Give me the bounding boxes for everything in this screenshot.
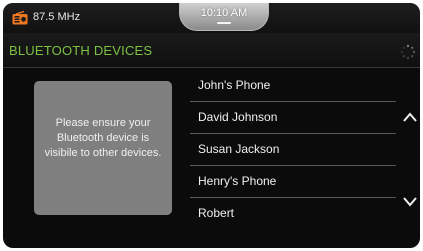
- title-bar: BLUETOOTH DEVICES: [3, 33, 420, 68]
- device-name: Susan Jackson: [198, 142, 280, 156]
- bluetooth-visibility-message: Please ensure your Bluetooth device is v…: [44, 117, 162, 159]
- radio-icon: [12, 11, 28, 25]
- loading-spinner-icon: [400, 44, 416, 60]
- scroll-down-chevron-icon[interactable]: [402, 196, 418, 208]
- device-name: Henry's Phone: [198, 174, 277, 188]
- device-row[interactable]: Robert: [190, 198, 396, 230]
- bluetooth-devices-screen: 87.5 MHz 10:10 AM BLUETOOTH DEVICES Plea…: [3, 3, 420, 248]
- status-bar: 87.5 MHz 10:10 AM: [3, 3, 420, 33]
- device-list: John's Phone David Johnson Susan Jackson…: [190, 70, 396, 230]
- device-row[interactable]: David Johnson: [190, 102, 396, 134]
- device-row[interactable]: Susan Jackson: [190, 134, 396, 166]
- device-row[interactable]: Henry's Phone: [190, 166, 396, 198]
- device-name: John's Phone: [198, 78, 271, 92]
- page-title: BLUETOOTH DEVICES: [9, 43, 153, 58]
- radio-frequency: 87.5 MHz: [33, 11, 81, 23]
- clock-pulldown-tab[interactable]: 10:10 AM: [179, 3, 269, 31]
- scroll-up-chevron-icon[interactable]: [402, 111, 418, 123]
- bluetooth-visibility-message-box: Please ensure your Bluetooth device is v…: [34, 81, 172, 215]
- pulldown-handle[interactable]: [217, 22, 231, 24]
- device-row[interactable]: John's Phone: [190, 70, 396, 102]
- device-name: David Johnson: [198, 110, 278, 124]
- clock: 10:10 AM: [200, 7, 248, 19]
- device-name: Robert: [198, 206, 235, 220]
